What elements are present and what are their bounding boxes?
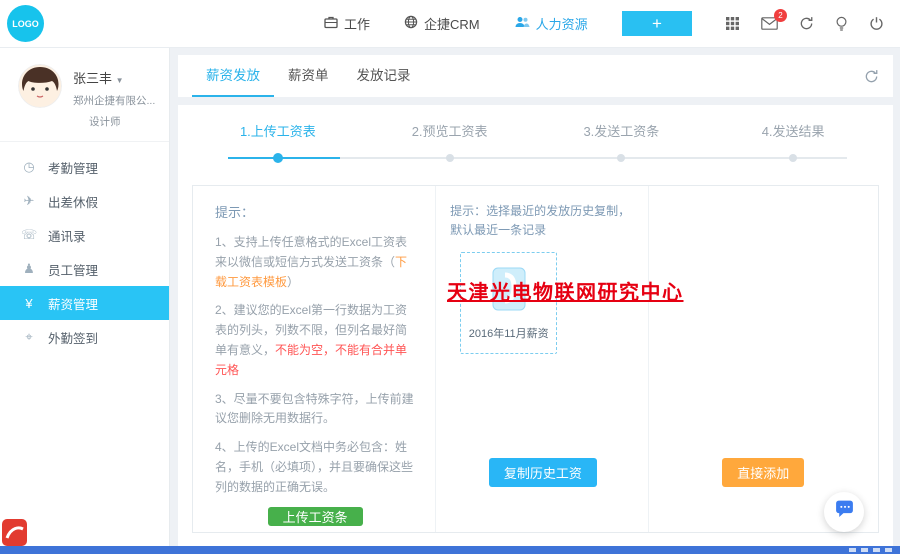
topbar: LOGO 工作 企捷CRM 人力资源 + 2 [0,0,900,48]
stepper: 1.上传工资表 2.预览工资表 3.发送工资条 4.发送结果 [192,121,879,173]
travel-leave-icon: ✈ [23,193,35,208]
sidebar-item-employees[interactable]: ♟ 员工管理 [0,252,169,286]
sidebar-item-travel-leave[interactable]: ✈ 出差休假 [0,184,169,218]
quick-add-button[interactable]: + [622,11,692,36]
copy-history-salary-button[interactable]: 复制历史工资 [488,458,597,487]
tip-3: 3、尽量不要包含特殊字符，上传前建议您删除无用数据行。 [215,391,414,426]
step-3-send: 3.发送工资条 [583,124,660,139]
sidebar-item-attendance[interactable]: ◷ 考勤管理 [0,150,169,184]
chat-bubble-icon [834,500,855,524]
employees-icon: ♟ [23,261,35,276]
avatar[interactable] [18,64,62,108]
nav-label: 工作 [344,17,371,32]
globe-icon [404,15,418,32]
sidebar-item-label: 通讯录 [48,229,86,244]
history-record-card[interactable]: 2016年11月薪资 [460,252,558,355]
tips-title: 提示： [215,205,255,220]
step-4-result: 4.发送结果 [761,124,825,139]
chevron-down-icon: ▼ [115,76,124,85]
step-2-preview: 2.预览工资表 [411,124,488,139]
tray-icon [849,548,856,552]
tray-icon [873,548,880,552]
tab-payslip[interactable]: 薪资单 [274,55,343,97]
history-card-label: 2016年11月薪资 [468,328,549,341]
direct-add-column: 直接添加 [649,186,878,532]
nav-label: 人力资源 [535,17,588,32]
top-nav: 工作 企捷CRM 人力资源 [324,14,588,33]
people-icon [514,15,530,32]
topbar-actions: + 2 [622,9,900,36]
sidebar: 张三丰 ▼ 郑州企捷有限公... 设计师 ◷ 考勤管理 ✈ 出差休假 ☏ 通讯录… [0,48,170,546]
nav-item-hr[interactable]: 人力资源 [514,14,588,33]
step-dot [789,154,798,162]
tip-2: 2、建议您的Excel第一行数据为工资表的列头，列数不限，但列名最好简单有意义，… [215,303,408,377]
power-icon[interactable] [869,16,884,31]
briefcase-icon [324,15,338,32]
user-title: 设计师 [89,116,121,128]
nav-item-crm[interactable]: 企捷CRM [404,14,480,33]
tip-4: 4、上传的Excel文档中务必包含：姓名，手机（必填项），并且要确保这些列的数据… [215,440,414,494]
tab-send-records[interactable]: 发放记录 [343,55,425,97]
sidebar-item-salary[interactable]: ¥ 薪资管理 [0,286,169,320]
mail-icon[interactable]: 2 [761,9,787,30]
user-info: 张三丰 ▼ 郑州企捷有限公... 设计师 [73,64,155,129]
direct-add-button[interactable]: 直接添加 [722,458,805,487]
chat-fab-button[interactable] [824,492,864,532]
bulb-icon[interactable] [835,16,848,32]
upload-payslip-button[interactable]: 上传工资条 [267,506,363,526]
mail-badge: 2 [774,9,787,22]
copy-history-column: 提示：选择最近的发放历史复制，默认最近一条记录 2016年11月薪资 复制历史工… [436,186,649,532]
tab-salary-send[interactable]: 薪资发放 [192,55,274,97]
step-dot [445,154,454,162]
user-profile: 张三丰 ▼ 郑州企捷有限公... 设计师 [0,48,169,142]
sidebar-item-label: 员工管理 [48,263,99,278]
app-window: LOGO 工作 企捷CRM 人力资源 + 2 张三丰 ▼ 郑州企捷有限公... … [0,0,900,554]
desktop-shortcut-icon[interactable] [2,519,27,551]
sidebar-item-label: 出差休假 [48,195,99,210]
nav-label: 企捷CRM [424,17,480,32]
logo[interactable]: LOGO [7,5,44,42]
apps-grid-icon[interactable] [725,16,740,31]
salary-icon: ¥ [25,295,33,311]
user-name-dropdown[interactable]: 张三丰 ▼ [73,68,155,87]
tray-icon [885,548,892,552]
tab-bar: 薪资发放 薪资单 发放记录 [178,55,893,97]
attendance-clock-icon: ◷ [23,159,35,174]
sidebar-item-contacts[interactable]: ☏ 通讯录 [0,218,169,252]
user-company: 郑州企捷有限公... [73,95,156,107]
field-checkin-icon: ⌖ [25,329,33,344]
step-dot [617,154,626,162]
main-area: 薪资发放 薪资单 发放记录 1.上传工资表 2.预览工资表 3.发送工资条 4.… [171,48,900,546]
taskbar[interactable] [0,546,900,554]
sidebar-item-label: 外勤签到 [48,331,99,346]
refresh-icon[interactable] [864,69,879,84]
step-1-upload: 1.上传工资表 [239,124,316,139]
content-panel: 1.上传工资表 2.预览工资表 3.发送工资条 4.发送结果 提示： 1、支持上… [178,105,893,546]
upload-options-box: 提示： 1、支持上传任意格式的Excel工资表来以微信或短信方式发送工资条（下载… [192,185,879,533]
sidebar-item-label: 考勤管理 [48,161,99,176]
sidebar-item-label: 薪资管理 [48,297,99,312]
stepper-progress [228,157,340,159]
upload-tips-column: 提示： 1、支持上传任意格式的Excel工资表来以微信或短信方式发送工资条（下载… [193,186,437,532]
refresh-icon[interactable] [799,16,814,31]
sidebar-item-field-checkin[interactable]: ⌖ 外勤签到 [0,320,169,354]
history-tip: 提示：选择最近的发放历史复制，默认最近一条记录 [450,204,631,238]
contacts-icon: ☏ [21,227,38,242]
sidebar-menu: ◷ 考勤管理 ✈ 出差休假 ☏ 通讯录 ♟ 员工管理 ¥ 薪资管理 ⌖ 外勤签到 [0,150,169,354]
document-icon [488,265,530,318]
tip-1: 1、支持上传任意格式的Excel工资表来以微信或短信方式发送工资条（下载工资表模… [215,235,408,289]
tray-icon [861,548,868,552]
step-dot-active [272,153,283,163]
nav-item-work[interactable]: 工作 [324,14,370,33]
